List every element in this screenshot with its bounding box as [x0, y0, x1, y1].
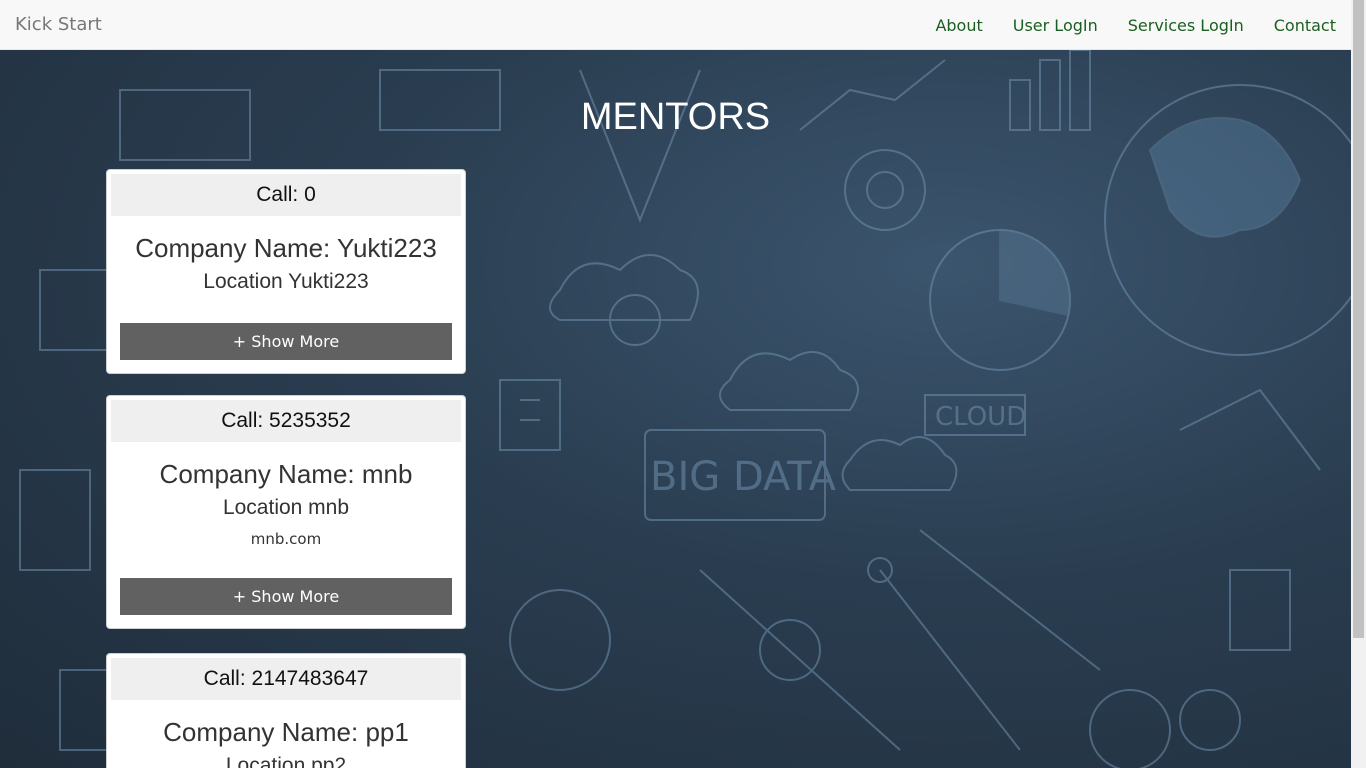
show-more-button[interactable]: + Show More — [120, 578, 452, 615]
nav-link-user-login[interactable]: User LogIn — [1013, 16, 1098, 35]
mentor-location: Location mnb — [222, 496, 350, 519]
page-scrollbar[interactable] — [1351, 0, 1366, 768]
mentor-location: Location pp2 — [225, 754, 347, 768]
mentor-card: Call: 2147483647 Company Name: pp1 Locat… — [106, 653, 466, 768]
mentor-website[interactable]: mnb.com — [111, 530, 461, 548]
nav-link-about[interactable]: About — [935, 16, 982, 35]
nav-links: About User LogIn Services LogIn Contact — [935, 16, 1336, 35]
top-navbar: Kick Start About User LogIn Services Log… — [0, 0, 1351, 50]
mentor-card: Call: 5235352 Company Name: mnb Location… — [106, 395, 466, 629]
mentor-call: Call: 2147483647 — [111, 658, 461, 700]
nav-link-services-login[interactable]: Services LogIn — [1128, 16, 1244, 35]
svg-text:CLOUD: CLOUD — [935, 402, 1026, 432]
mentor-location: Location Yukti223 — [203, 270, 369, 293]
page-title: MENTORS — [580, 96, 771, 138]
mentor-company-name: Company Name: mnb — [159, 459, 413, 489]
nav-link-contact[interactable]: Contact — [1274, 16, 1336, 35]
mentor-card: Call: 0 Company Name: Yukti223 Location … — [106, 169, 466, 374]
mentor-company-name: Company Name: pp1 — [163, 717, 409, 747]
scrollbar-thumb[interactable] — [1353, 0, 1364, 638]
svg-text:BIG DATA: BIG DATA — [650, 454, 837, 500]
mentor-call: Call: 0 — [111, 174, 461, 216]
mentor-company-name: Company Name: Yukti223 — [135, 233, 437, 263]
brand-logo-text[interactable]: Kick Start — [15, 14, 102, 35]
hero-background: BIG DATA CLOUD MENTORS Call: 0 Company N… — [0, 50, 1351, 768]
show-more-button[interactable]: + Show More — [120, 323, 452, 360]
mentor-call: Call: 5235352 — [111, 400, 461, 442]
